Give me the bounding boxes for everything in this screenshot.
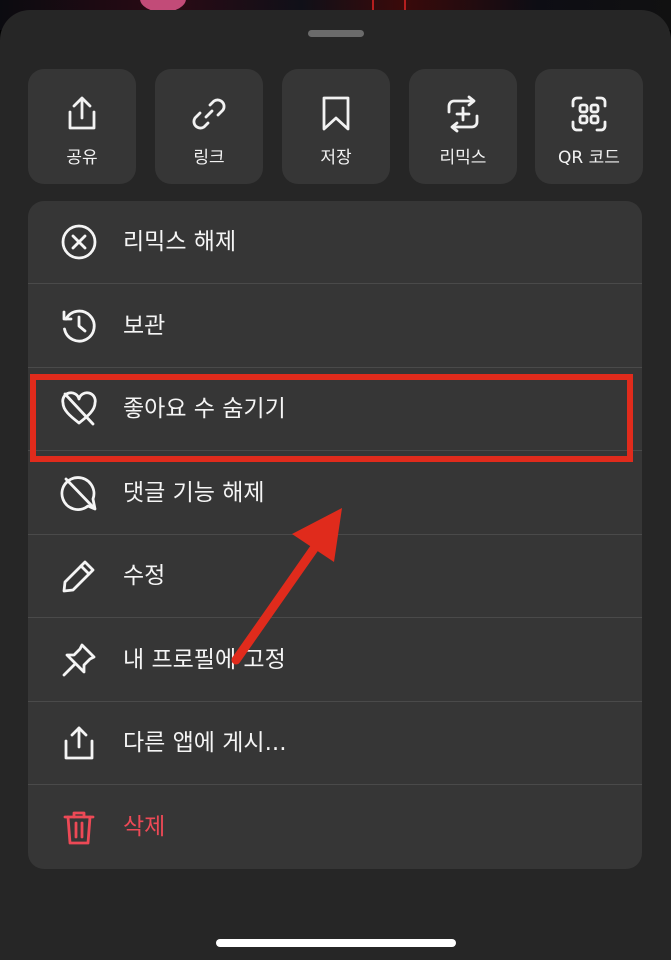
- link-icon: [192, 98, 226, 130]
- menu-item-label: 수정: [123, 563, 166, 589]
- menu-item-label: 댓글 기능 해제: [123, 480, 265, 506]
- share-tile-label: 공유: [66, 148, 98, 168]
- divider: [28, 784, 642, 785]
- share-tile[interactable]: 공유: [28, 69, 136, 184]
- menu-item-turn-off-comments[interactable]: 댓글 기능 해제: [28, 452, 642, 535]
- share-icon: [68, 96, 96, 130]
- bookmark-icon: [322, 96, 350, 131]
- options-menu: 리믹스 해제 보관 좋아요 수 숨기기 댓글 기능 해제 수정 내 프로필에 고…: [28, 201, 642, 869]
- menu-item-edit[interactable]: 수정: [28, 535, 642, 618]
- pin-icon: [62, 643, 96, 677]
- menu-item-label: 삭제: [123, 814, 166, 840]
- menu-item-post-to-other-apps[interactable]: 다른 앱에 게시...: [28, 702, 642, 785]
- link-tile-label: 링크: [193, 148, 225, 168]
- qr-code-tile[interactable]: QR 코드: [535, 69, 643, 184]
- divider: [28, 283, 642, 284]
- remix-tile[interactable]: 리믹스: [409, 69, 517, 184]
- menu-item-label: 보관: [123, 313, 166, 339]
- menu-item-pin-to-profile[interactable]: 내 프로필에 고정: [28, 619, 642, 702]
- annotation-highlight-box: [30, 374, 633, 462]
- save-tile-label: 저장: [320, 148, 352, 168]
- x-circle-icon: [61, 224, 97, 260]
- menu-item-archive[interactable]: 보관: [28, 285, 642, 368]
- sheet-drag-handle[interactable]: [308, 30, 364, 37]
- menu-item-label: 다른 앱에 게시...: [123, 730, 287, 756]
- comment-slash-icon: [60, 476, 97, 511]
- menu-item-label: 리믹스 해제: [123, 229, 237, 255]
- remix-icon: [447, 95, 479, 133]
- share-icon: [64, 726, 94, 760]
- remix-tile-label: 리믹스: [439, 148, 487, 168]
- home-indicator[interactable]: [216, 939, 456, 947]
- qr-code-tile-label: QR 코드: [558, 148, 620, 168]
- save-tile[interactable]: 저장: [282, 69, 390, 184]
- pencil-icon: [62, 560, 95, 593]
- share-actions-row: 공유 링크 저장 리믹스 QR 코드: [28, 69, 643, 184]
- link-tile[interactable]: 링크: [155, 69, 263, 184]
- menu-item-label: 내 프로필에 고정: [123, 647, 286, 673]
- qr-code-icon: [571, 96, 607, 132]
- menu-item-unremix[interactable]: 리믹스 해제: [28, 201, 642, 284]
- divider: [28, 617, 642, 618]
- trash-icon: [63, 811, 95, 845]
- menu-item-delete[interactable]: 삭제: [28, 786, 642, 869]
- archive-history-icon: [62, 309, 96, 343]
